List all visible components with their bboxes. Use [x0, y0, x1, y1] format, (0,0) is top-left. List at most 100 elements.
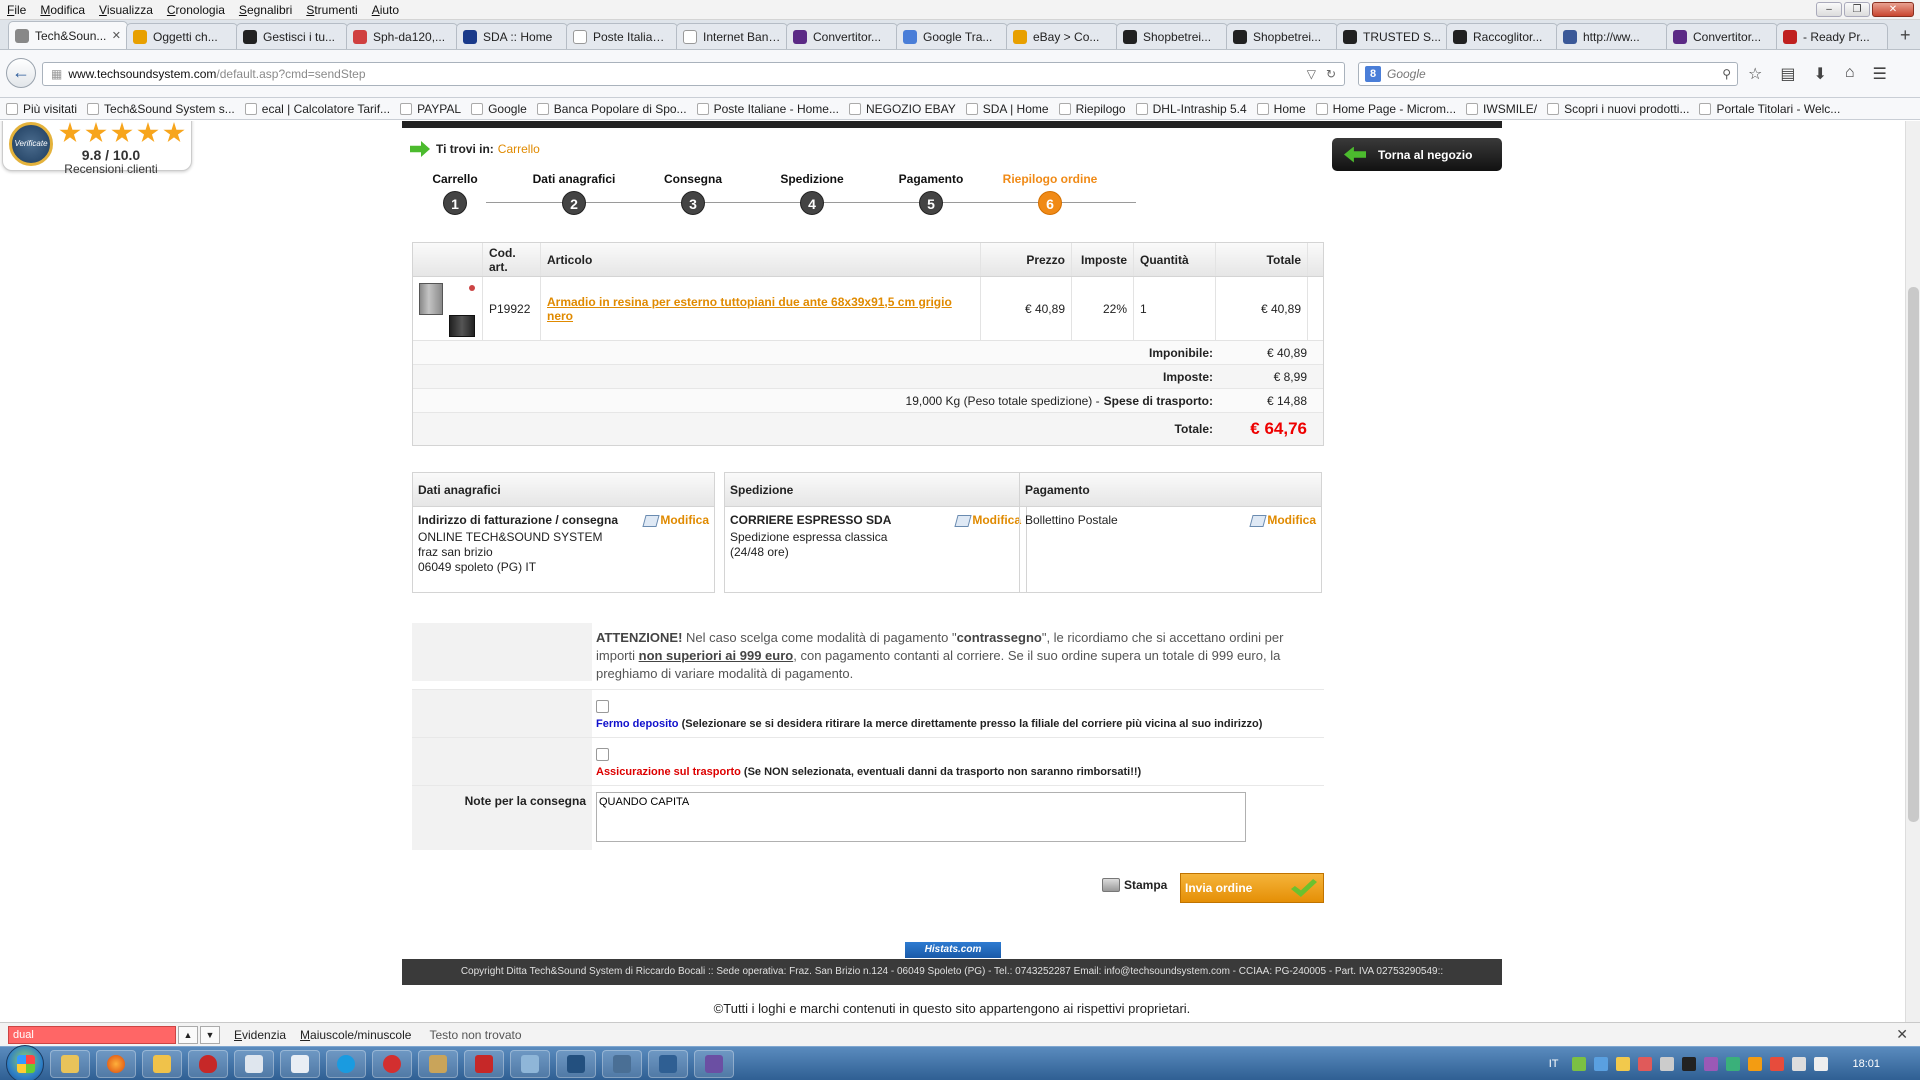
restore-icon[interactable]: ❐ — [1844, 2, 1870, 17]
scrollbar-thumb[interactable] — [1908, 287, 1919, 822]
volume-icon[interactable] — [1814, 1056, 1829, 1071]
bookmark-item[interactable]: ecal | Calcolatore Tarif... — [244, 102, 390, 116]
menu-aiuto[interactable]: Aiuto — [365, 3, 406, 17]
clock[interactable]: 18:01 — [1852, 1058, 1880, 1070]
tray-icon[interactable] — [1770, 1056, 1785, 1071]
download-icon[interactable]: ⬇ — [1813, 64, 1826, 84]
menu-segnalibri[interactable]: Segnalibri — [232, 3, 299, 17]
google-engine-icon[interactable]: 8 — [1365, 66, 1381, 82]
checkout-step-5[interactable]: Pagamento 5 — [871, 172, 991, 215]
tray-language[interactable]: IT — [1549, 1058, 1559, 1070]
back-to-shop-button[interactable]: Torna al negozio — [1332, 138, 1502, 171]
tray-icon[interactable] — [1638, 1056, 1653, 1071]
browser-tab[interactable]: http://ww... — [1556, 23, 1668, 49]
taskbar-explorer-icon[interactable] — [50, 1049, 90, 1078]
bookmark-item[interactable]: Home — [1256, 102, 1306, 116]
taskbar-notepad-icon[interactable] — [280, 1049, 320, 1078]
search-bar[interactable]: 8 Google ⚲ — [1358, 62, 1738, 86]
menu-strumenti[interactable]: Strumenti — [299, 3, 364, 17]
taskbar-document-icon[interactable] — [234, 1049, 274, 1078]
match-case-option[interactable]: Maiuscole/minuscole — [300, 1028, 411, 1042]
tray-icon[interactable] — [1594, 1056, 1609, 1071]
taskbar-window-icon[interactable] — [602, 1049, 642, 1078]
minimize-icon[interactable]: – — [1816, 2, 1842, 17]
edit-shipping-link[interactable]: Modifica — [954, 513, 1021, 528]
tray-icon[interactable] — [1572, 1056, 1587, 1071]
browser-tab[interactable]: Sph-da120,... — [346, 23, 458, 49]
home-icon[interactable]: ⌂ — [1845, 64, 1855, 84]
bookmark-item[interactable]: IWSMILE/ — [1466, 102, 1537, 116]
browser-tab[interactable]: SDA :: Home — [456, 23, 568, 49]
tray-icon[interactable] — [1616, 1056, 1631, 1071]
send-order-button[interactable]: Invia ordine — [1180, 873, 1324, 903]
site-identity-icon[interactable]: ▦ — [51, 67, 62, 81]
bookmark-item[interactable]: Scopri i nuovi prodotti... — [1547, 102, 1689, 116]
menu-file[interactable]: File — [0, 3, 33, 17]
menu-visualizza[interactable]: Visualizza — [92, 3, 160, 17]
bookmark-item[interactable]: Home Page - Microm... — [1315, 102, 1456, 116]
url-bar[interactable]: ▦ www.techsoundsystem.com/default.asp?cm… — [42, 62, 1345, 86]
menu-hamburger-icon[interactable]: ☰ — [1873, 64, 1887, 84]
edit-payment-link[interactable]: Modifica — [1249, 513, 1316, 528]
taskbar-antivirus-icon[interactable] — [188, 1049, 228, 1078]
browser-tab[interactable]: Poste Italiane - ... — [566, 23, 678, 49]
bookmark-item[interactable]: NEGOZIO EBAY — [848, 102, 956, 116]
tray-icon[interactable] — [1660, 1056, 1675, 1071]
tray-icon[interactable] — [1682, 1056, 1697, 1071]
edit-billing-link[interactable]: Modifica — [642, 513, 709, 528]
find-previous-icon[interactable]: ▲ — [178, 1025, 198, 1044]
checkout-step-2[interactable]: Dati anagrafici 2 — [514, 172, 634, 215]
taskbar-calc-icon[interactable] — [556, 1049, 596, 1078]
browser-tab[interactable]: Convertitor... — [1666, 23, 1778, 49]
taskbar-app-icon[interactable] — [648, 1049, 688, 1078]
taskbar-archive-icon[interactable] — [418, 1049, 458, 1078]
close-find-icon[interactable]: ✕ — [1896, 1026, 1908, 1043]
close-window-icon[interactable]: ✕ — [1872, 2, 1914, 17]
find-next-icon[interactable]: ▼ — [200, 1025, 220, 1044]
taskbar-media-icon[interactable] — [372, 1049, 412, 1078]
bookmarks-list-icon[interactable]: ▤ — [1780, 64, 1795, 84]
delivery-notes-textarea[interactable]: QUANDO CAPITA — [596, 792, 1246, 842]
menu-cronologia[interactable]: Cronologia — [160, 3, 232, 17]
browser-tab[interactable]: Tech&Soun... ✕ — [8, 21, 128, 49]
menu-modifica[interactable]: Modifica — [33, 3, 92, 17]
start-button[interactable] — [6, 1044, 44, 1080]
taskbar-folder-icon[interactable] — [142, 1049, 182, 1078]
checkout-step-1[interactable]: Carrello 1 — [395, 172, 515, 215]
browser-tab[interactable]: Google Tra... — [896, 23, 1008, 49]
find-input[interactable] — [8, 1025, 176, 1044]
tray-icon[interactable] — [1704, 1056, 1719, 1071]
product-image[interactable] — [413, 277, 483, 340]
taskbar-network-icon[interactable] — [510, 1049, 550, 1078]
bookmark-item[interactable]: Banca Popolare di Spo... — [536, 102, 687, 116]
bookmark-item[interactable]: Poste Italiane - Home... — [696, 102, 839, 116]
bookmark-item[interactable]: SDA | Home — [965, 102, 1049, 116]
browser-tab[interactable]: Raccoglitor... — [1446, 23, 1558, 49]
bookmark-item[interactable]: Più visitati — [6, 102, 77, 116]
browser-tab[interactable]: Shopbetrei... — [1116, 23, 1228, 49]
insurance-checkbox[interactable] — [596, 748, 609, 761]
bookmark-item[interactable]: Google — [471, 102, 527, 116]
browser-tab[interactable]: Convertitor... — [786, 23, 898, 49]
bookmark-item[interactable]: PAYPAL — [400, 102, 461, 116]
bookmark-item[interactable]: Riepilogo — [1058, 102, 1126, 116]
browser-tab[interactable]: Shopbetrei... — [1226, 23, 1338, 49]
browser-tab[interactable]: eBay > Co... — [1006, 23, 1118, 49]
taskbar-firefox-icon[interactable] — [96, 1049, 136, 1078]
highlight-all-option[interactable]: Evidenzia — [234, 1028, 286, 1042]
close-tab-icon[interactable]: ✕ — [108, 29, 121, 42]
checkout-step-4[interactable]: Spedizione 4 — [752, 172, 872, 215]
taskbar-pdf-icon[interactable] — [464, 1049, 504, 1078]
new-tab-icon[interactable]: + — [1900, 25, 1911, 46]
browser-tab[interactable]: - Ready Pr... — [1776, 23, 1888, 49]
breadcrumb-link-carrello[interactable]: Carrello — [498, 142, 540, 156]
star-bookmark-icon[interactable]: ☆ — [1748, 64, 1762, 84]
bookmark-item[interactable]: Portale Titolari - Welc... — [1699, 102, 1840, 116]
taskbar-skype-icon[interactable] — [326, 1049, 366, 1078]
print-link[interactable]: Stampa — [1102, 878, 1167, 892]
browser-tab[interactable]: Gestisci i tu... — [236, 23, 348, 49]
page-scrollbar[interactable] — [1905, 121, 1920, 1022]
network-icon[interactable] — [1792, 1056, 1807, 1071]
reload-icon[interactable]: ↻ — [1326, 67, 1336, 81]
search-icon[interactable]: ⚲ — [1722, 67, 1731, 81]
